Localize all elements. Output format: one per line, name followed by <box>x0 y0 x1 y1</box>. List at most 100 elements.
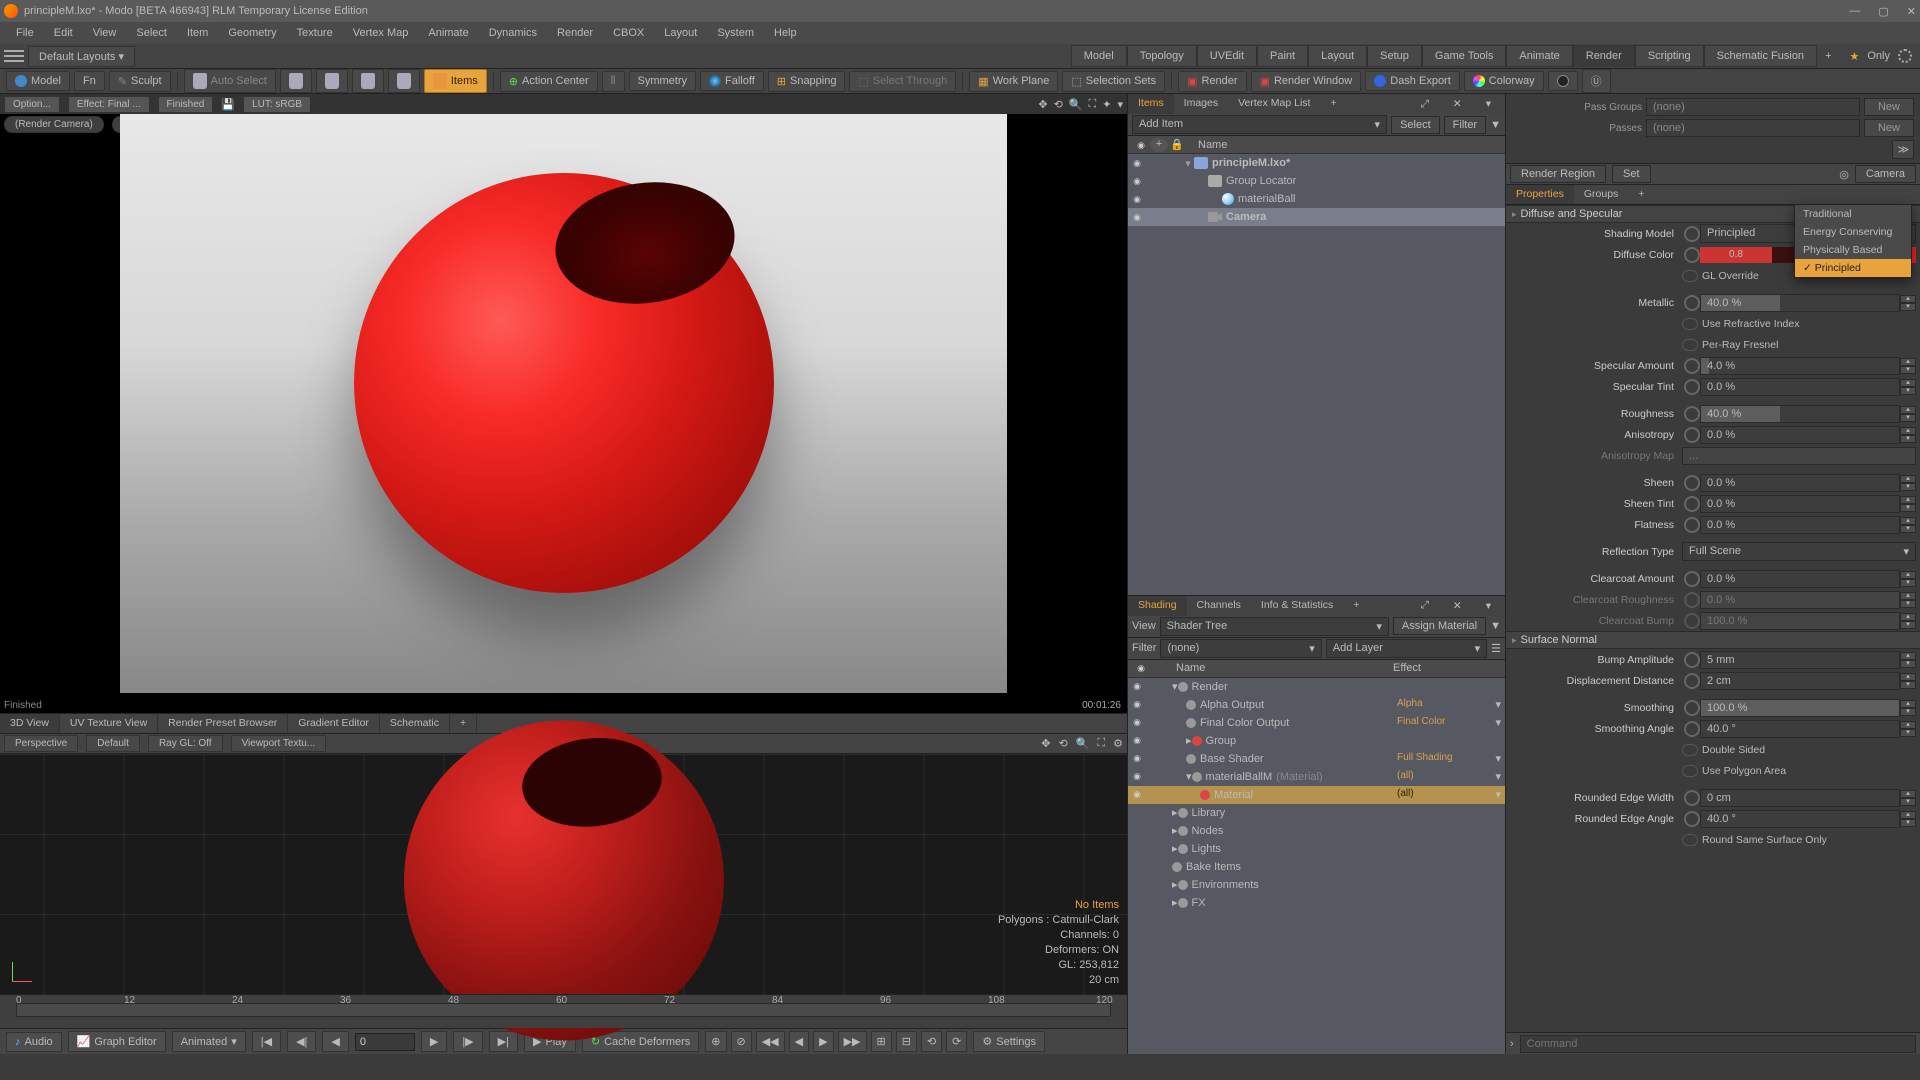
item-row[interactable]: materialBall <box>1128 190 1505 208</box>
animated-dropdown[interactable]: Animated▾ <box>172 1031 246 1052</box>
smoothing-field[interactable]: 100.0 % <box>1700 699 1900 717</box>
new-passgroup-button[interactable]: New <box>1864 98 1914 116</box>
shader-row[interactable]: ▾Render <box>1128 678 1505 696</box>
assign-material-button[interactable]: Assign Material <box>1393 617 1486 635</box>
menu-file[interactable]: File <box>6 23 44 43</box>
render-button[interactable]: ▣Render <box>1178 71 1246 92</box>
specular-tint-field[interactable]: 0.0 % <box>1700 378 1900 396</box>
sheen-field[interactable]: 0.0 % <box>1700 474 1900 492</box>
dash-export-button[interactable]: Dash Export <box>1365 71 1460 91</box>
channel-ring-icon[interactable] <box>1684 247 1700 263</box>
shader-row[interactable]: Alpha OutputAlpha▾ <box>1128 696 1505 714</box>
tab-render-preset-browser[interactable]: Render Preset Browser <box>158 714 288 733</box>
tool1[interactable]: ⊕ <box>705 1031 726 1052</box>
tab-images[interactable]: Images <box>1174 94 1228 114</box>
tool5[interactable]: ▶ <box>813 1031 833 1052</box>
extra-btn2[interactable]: Ⓤ <box>1582 69 1611 93</box>
menu-edit[interactable]: Edit <box>44 23 83 43</box>
only-label[interactable]: Only <box>1867 50 1890 62</box>
displacement-distance-field[interactable]: 2 cm <box>1700 672 1900 690</box>
settings-button[interactable]: ⚙Settings <box>973 1031 1045 1052</box>
gear-icon[interactable] <box>1898 49 1912 63</box>
gl-override-checkbox[interactable] <box>1682 270 1698 282</box>
symmetry-button[interactable]: Symmetry <box>629 71 697 91</box>
expand-icon[interactable]: ⤢ <box>1411 95 1439 114</box>
lut-chip[interactable]: LUT: sRGB <box>243 96 311 113</box>
viewport-3d[interactable]: No Items Polygons : Catmull-Clark Channe… <box>0 754 1127 994</box>
tab-vertex-map-list[interactable]: Vertex Map List <box>1228 94 1320 114</box>
tool7[interactable]: ⊞ <box>871 1031 892 1052</box>
dropdown-option[interactable]: Physically Based <box>1795 241 1911 259</box>
play-back-button[interactable]: ◀ <box>322 1031 348 1052</box>
clearcoat-amount-field[interactable]: 0.0 % <box>1700 570 1900 588</box>
last-frame-button[interactable]: ▶| <box>489 1031 518 1052</box>
render-region-button[interactable]: Render Region <box>1510 165 1606 183</box>
item-row[interactable]: ▾principleM.lxo* <box>1128 154 1505 172</box>
move-icon[interactable]: ✥ <box>1038 98 1047 111</box>
camera-chip[interactable]: (Render Camera) <box>4 116 104 133</box>
sel-shield1[interactable] <box>280 69 312 93</box>
viewport-chip[interactable]: Viewport Textu... <box>231 735 327 752</box>
menu-icon[interactable]: ☰ <box>1491 642 1501 655</box>
tool4[interactable]: ◀ <box>789 1031 809 1052</box>
tool10[interactable]: ⟳ <box>946 1031 967 1052</box>
shader-row[interactable]: Bake Items <box>1128 858 1505 876</box>
timeline[interactable]: 01224364860728496108120 <box>0 994 1127 1028</box>
tab-uvedit[interactable]: UVEdit <box>1197 45 1257 67</box>
tab-info-&-statistics[interactable]: Info & Statistics <box>1251 596 1343 616</box>
save-icon[interactable]: 💾 <box>221 98 235 111</box>
shader-tree-dropdown[interactable]: Shader Tree▾ <box>1160 617 1389 636</box>
default-chip[interactable]: Default <box>86 735 140 752</box>
close-icon[interactable]: ✕ <box>1443 597 1472 615</box>
tool3[interactable]: ◀◀ <box>756 1031 785 1052</box>
fn-button[interactable]: Fn <box>74 71 105 91</box>
command-input[interactable] <box>1520 1035 1916 1053</box>
tab-game-tools[interactable]: Game Tools <box>1422 45 1507 67</box>
tool2[interactable]: ⊘ <box>731 1031 752 1052</box>
render-window-button[interactable]: ▣Render Window <box>1251 71 1362 92</box>
camera-button[interactable]: Camera <box>1855 165 1916 183</box>
tab-properties[interactable]: Properties <box>1506 185 1574 204</box>
tab-+[interactable]: + <box>1343 596 1369 616</box>
tool9[interactable]: ⟲ <box>921 1031 942 1052</box>
tab-+[interactable]: + <box>450 714 477 733</box>
menu-animate[interactable]: Animate <box>418 23 478 43</box>
chevron-icon[interactable]: › <box>1510 1038 1514 1050</box>
items-button[interactable]: Items <box>424 69 487 93</box>
sculpt-button[interactable]: ✎Sculpt <box>109 71 171 92</box>
rounded-edge-angle-field[interactable]: 40.0 ° <box>1700 810 1900 828</box>
dropdown-option[interactable]: Principled <box>1795 259 1911 277</box>
tab-+[interactable]: + <box>1320 94 1346 114</box>
menu-dynamics[interactable]: Dynamics <box>479 23 547 43</box>
shader-row[interactable]: ▸Nodes <box>1128 822 1505 840</box>
sheen-tint-field[interactable]: 0.0 % <box>1700 495 1900 513</box>
selection-sets-button[interactable]: ⬚Selection Sets <box>1062 71 1165 92</box>
section-surface-normal[interactable]: Surface Normal <box>1506 631 1920 649</box>
tab-groups[interactable]: Groups <box>1574 185 1628 204</box>
audio-button[interactable]: ♪Audio <box>6 1032 62 1052</box>
graph-editor-button[interactable]: 📈Graph Editor <box>68 1031 166 1052</box>
play-fwd-button[interactable]: ▶ <box>421 1031 447 1052</box>
polygon-area-checkbox[interactable] <box>1682 765 1698 777</box>
select-button[interactable]: Select <box>1391 116 1440 134</box>
add-item-dropdown[interactable]: Add Item ▾ <box>1132 115 1387 134</box>
tab-scripting[interactable]: Scripting <box>1635 45 1704 67</box>
layouts-dropdown[interactable]: Default Layouts ▾ <box>28 46 135 67</box>
specular-amount-field[interactable]: 4.0 % <box>1700 357 1900 375</box>
menu-help[interactable]: Help <box>764 23 807 43</box>
rotate-icon[interactable]: ⟲ <box>1054 98 1063 111</box>
add-tab-button[interactable]: + <box>1817 50 1839 62</box>
shader-row[interactable]: Base ShaderFull Shading▾ <box>1128 750 1505 768</box>
tab-schematic-fusion[interactable]: Schematic Fusion <box>1704 45 1817 67</box>
model-button[interactable]: Model <box>6 71 70 91</box>
workplane-button[interactable]: ▦Work Plane <box>969 71 1058 92</box>
tab-setup[interactable]: Setup <box>1367 45 1422 67</box>
tab-schematic[interactable]: Schematic <box>380 714 450 733</box>
star-icon[interactable]: ✦ <box>1102 98 1111 111</box>
set-button[interactable]: Set <box>1612 165 1651 183</box>
frame-input[interactable] <box>355 1033 415 1051</box>
close-icon[interactable]: ✕ <box>1443 95 1472 113</box>
fit-icon[interactable]: ⛶ <box>1097 737 1105 750</box>
perray-fresnel-checkbox[interactable] <box>1682 339 1698 351</box>
new-pass-button[interactable]: New <box>1864 119 1914 137</box>
